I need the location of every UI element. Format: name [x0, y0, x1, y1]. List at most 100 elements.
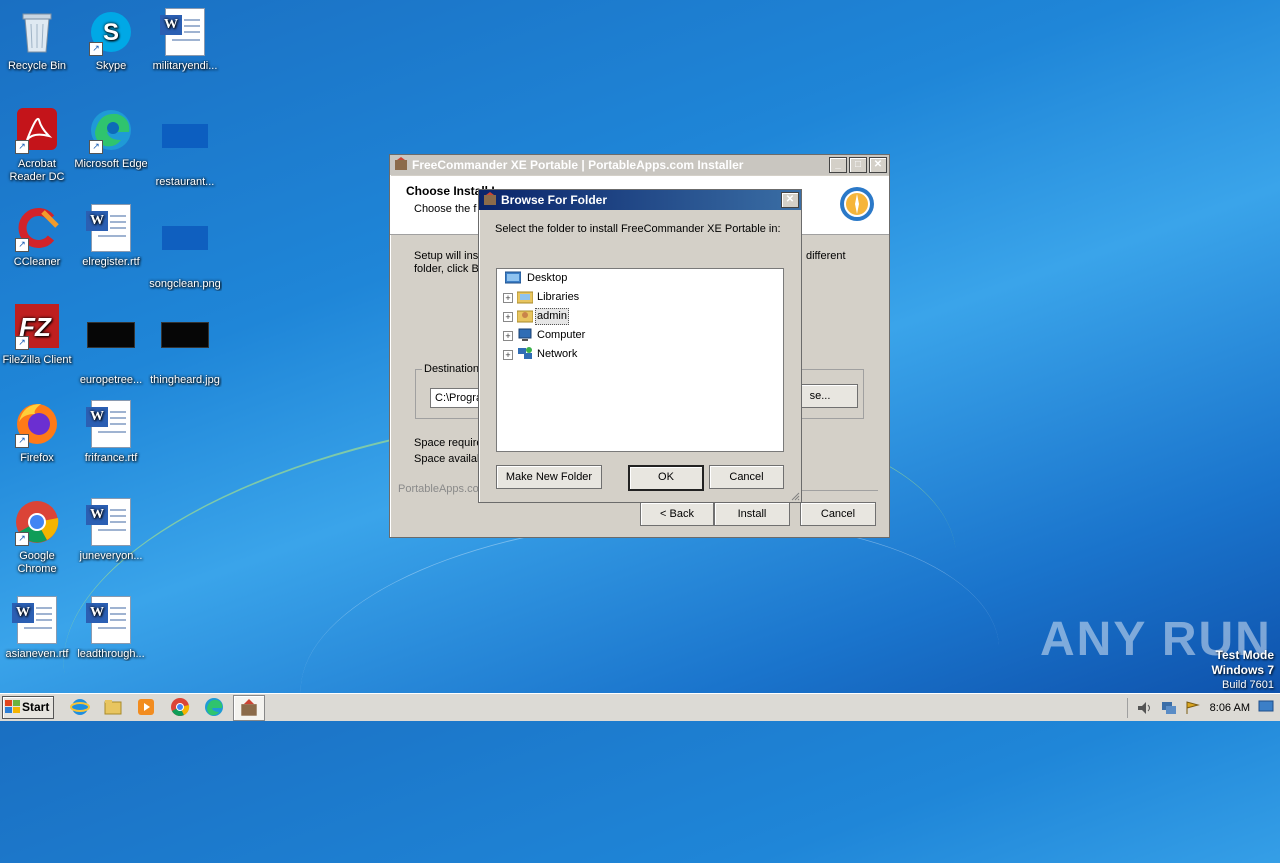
desktop-icon-label: asianeven.rtf [5, 648, 69, 660]
desktop-icon-label: leadthrough... [77, 648, 145, 660]
desktop-icon-chrome[interactable]: ↗ Google Chrome [0, 498, 74, 576]
image-file-icon [87, 322, 135, 370]
test-mode-info: Test Mode Windows 7 Build 7601 [1211, 648, 1274, 693]
desktop-icon-label: Acrobat Reader DC [9, 158, 65, 183]
desktop-icon-skype[interactable]: S ↗ Skype [74, 8, 148, 73]
desktop-icon-label: Recycle Bin [7, 60, 67, 72]
desktop-icon-label: Microsoft Edge [74, 158, 148, 170]
minimize-button[interactable]: _ [829, 157, 847, 173]
edge-icon[interactable] [204, 697, 224, 717]
image-file-icon [161, 226, 209, 274]
system-tray: 8:06 AM [1126, 694, 1280, 721]
desktop-icon-militaryendi[interactable]: W militaryendi... [148, 8, 222, 73]
desktop-icon-label: Firefox [20, 452, 54, 464]
maximize-button[interactable]: □ [849, 157, 867, 173]
installer-icon [484, 192, 496, 205]
acrobat-icon: ↗ [13, 106, 61, 154]
installer-cancel-button[interactable]: Cancel [800, 502, 876, 526]
expand-icon[interactable]: + [503, 312, 513, 322]
browse-dialog-title: Browse For Folder [501, 193, 608, 207]
tree-node-label-selected: admin [535, 308, 569, 325]
installer-body-text-right: different [806, 250, 846, 262]
desktop-icon-thingheard[interactable]: thingheard.jpg [148, 302, 222, 387]
installer-icon [241, 699, 257, 716]
desktop-icon-frifrance[interactable]: W frifrance.rtf [74, 400, 148, 465]
cancel-button[interactable]: Cancel [709, 465, 784, 489]
svg-text:S: S [103, 19, 119, 46]
action-center-icon[interactable] [1184, 700, 1202, 716]
installer-body-text: Setup will inst [414, 250, 482, 262]
explorer-icon[interactable] [103, 697, 123, 717]
desktop-folder-icon [505, 271, 521, 284]
desktop-icon-label: elregister.rtf [82, 256, 140, 268]
network-tray-icon[interactable] [1160, 700, 1178, 716]
libraries-icon [517, 291, 533, 304]
desktop-icon-firefox[interactable]: ↗ Firefox [0, 400, 74, 465]
start-button[interactable]: Start [2, 696, 54, 719]
desktop-icon-juneveryon[interactable]: W juneveryon... [74, 498, 148, 563]
desktop-icon-recycle-bin[interactable]: Recycle Bin [0, 8, 74, 73]
build-line: Build 7601 [1222, 679, 1274, 691]
space-available-text: Space availab [414, 453, 484, 465]
word-doc-icon: W [12, 596, 61, 644]
tray-icons [1126, 697, 1202, 718]
image-file-icon [161, 124, 209, 172]
taskbar: Start 8:06 AM [0, 693, 1280, 721]
test-mode-line: Test Mode [1215, 648, 1274, 662]
desktop-icon-edge[interactable]: ↗ Microsoft Edge [74, 106, 148, 171]
close-button[interactable]: ✕ [781, 192, 799, 208]
desktop-icon-ccleaner[interactable]: ↗ CCleaner [0, 204, 74, 269]
browse-dialog-titlebar[interactable]: Browse For Folder ✕ [479, 190, 801, 210]
install-button[interactable]: Install [714, 502, 790, 526]
make-new-folder-button[interactable]: Make New Folder [496, 465, 602, 489]
tree-node-label: Network [537, 348, 578, 360]
desktop-icon-label: songclean.png [149, 278, 221, 290]
media-player-icon[interactable] [136, 697, 156, 717]
ok-button[interactable]: OK [628, 465, 704, 491]
installer-title: FreeCommander XE Portable | PortableApps… [412, 158, 744, 172]
chrome-icon: ↗ [13, 498, 61, 546]
back-button[interactable]: < Back [640, 502, 714, 526]
desktop-icon-europetree[interactable]: europetree... [74, 302, 148, 387]
tree-node-label: Desktop [527, 272, 568, 284]
volume-icon[interactable] [1136, 700, 1154, 716]
desktop-icon-asianeven[interactable]: W asianeven.rtf [0, 596, 74, 661]
desktop-icon-leadthrough[interactable]: W leadthrough... [74, 596, 148, 661]
show-desktop-icon[interactable] [1258, 700, 1274, 714]
desktop-icon-label: thingheard.jpg [150, 374, 220, 386]
expand-icon[interactable]: + [503, 331, 513, 341]
chrome-icon[interactable] [170, 697, 190, 717]
desktop-icon-restaurant[interactable]: restaurant... [148, 106, 222, 189]
folder-tree[interactable]: Desktop + Libraries + admin + Computer +… [496, 268, 784, 452]
user-folder-icon [517, 310, 533, 323]
tree-node-label: Computer [537, 329, 586, 341]
browse-dialog-prompt: Select the folder to install FreeCommand… [495, 223, 781, 235]
image-file-icon [161, 322, 209, 370]
taskbar-installer-button[interactable] [233, 695, 265, 721]
expand-icon[interactable]: + [503, 293, 513, 303]
close-button[interactable]: ✕ [869, 157, 887, 173]
portableapps-compass-icon [840, 187, 874, 221]
desktop-icon-label: Skype [95, 60, 127, 72]
resize-grip-icon[interactable] [790, 491, 800, 501]
desktop-icon-label: Google Chrome [17, 550, 57, 575]
word-doc-icon: W [160, 8, 209, 56]
expand-icon[interactable]: + [503, 350, 513, 360]
browse-folder-dialog: Browse For Folder ✕ Select the folder to… [478, 189, 802, 503]
word-doc-icon: W [86, 596, 135, 644]
desktop-icon-label: militaryendi... [152, 60, 218, 72]
installer-body-text-2: folder, click B [414, 263, 479, 275]
desktop-icon-filezilla[interactable]: FZ ↗ FileZilla Client [0, 302, 74, 367]
ie-icon[interactable] [70, 697, 90, 717]
desktop-icon-songclean[interactable]: songclean.png [148, 204, 222, 291]
desktop-icon-label: frifrance.rtf [84, 452, 138, 464]
start-label: Start [22, 700, 50, 714]
space-required-text: Space require [414, 437, 483, 449]
desktop-icon-acrobat[interactable]: ↗ Acrobat Reader DC [0, 106, 74, 184]
recycle-bin-icon [13, 8, 61, 56]
desktop-icon-elregister[interactable]: W elregister.rtf [74, 204, 148, 269]
desktop-icon-label: CCleaner [13, 256, 61, 268]
word-doc-icon: W [86, 498, 135, 546]
installer-titlebar[interactable]: FreeCommander XE Portable | PortableApps… [390, 155, 889, 175]
word-doc-icon: W [86, 204, 135, 252]
